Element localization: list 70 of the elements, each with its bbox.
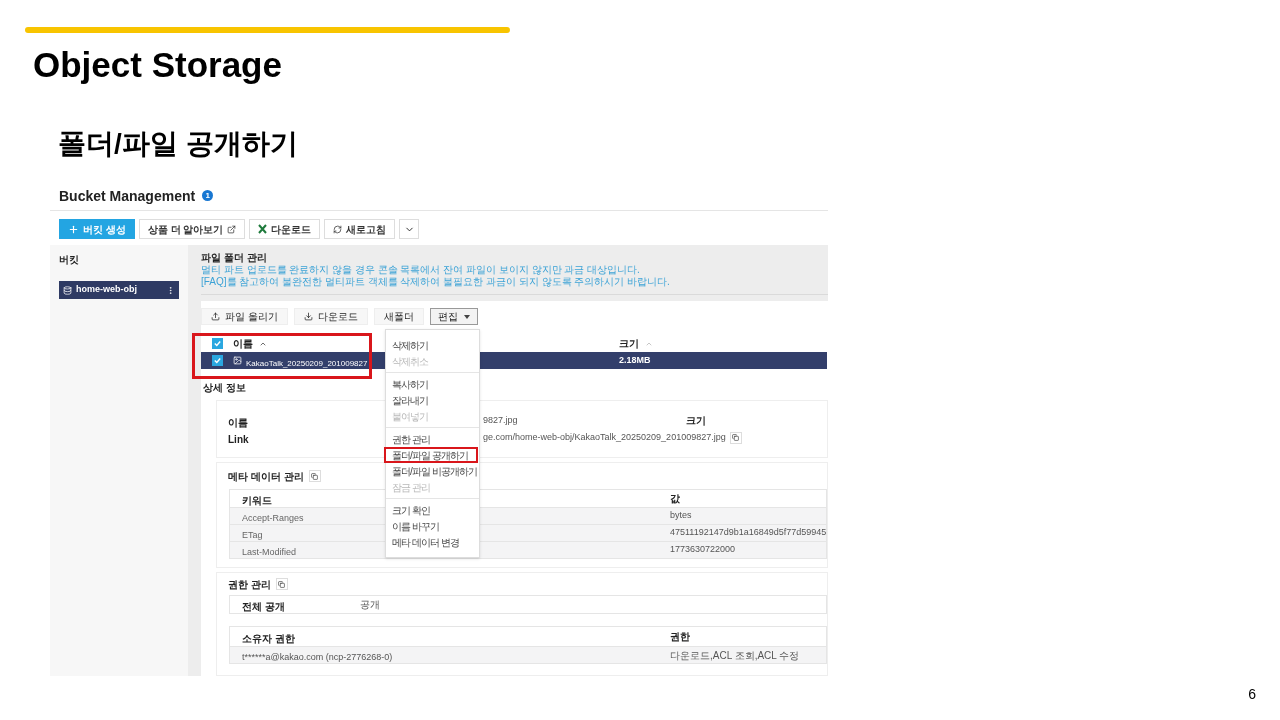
toolbar-button[interactable]: 상품 더 알아보기 [138, 219, 246, 239]
more-button[interactable] [399, 219, 420, 239]
column-header[interactable]: 크기 [619, 336, 653, 351]
field-value: 9827.jpg [483, 413, 518, 427]
plus-icon [68, 223, 79, 235]
table-cell: 1773630722000 [670, 543, 736, 557]
copy-button[interactable] [729, 431, 742, 444]
notice-text: 멀티 파트 업로드를 완료하지 않을 경우 콘솔 목록에서 잔여 파일이 보이지 않지만 과금 대상입니다. [201, 264, 641, 276]
copy-icon [278, 580, 286, 588]
copy-icon [311, 472, 319, 480]
bucket-icon [63, 285, 72, 295]
table-cell: t******a@kakao.com (ncp-2776268-0) [242, 652, 393, 662]
menu-item[interactable]: 잘라내기 [386, 392, 479, 408]
page-number: 6 [1248, 685, 1256, 704]
table-cell: 47511192147d9b1a16849d5f77d59945 [670, 526, 827, 540]
section-title: 파일 폴더 관리 [201, 251, 268, 264]
checkbox[interactable] [211, 355, 223, 366]
menu-item[interactable]: 폴더/파일 비공개하기 [386, 463, 479, 479]
table-cell: Last-Modified [242, 547, 297, 557]
card-title: 메타 데이터 관리 [228, 469, 304, 484]
notice-text: [FAQ]를 참고하여 불완전한 멀티파트 객체를 삭제하여 불필요한 과금이 되지 않도록 주의하시기 바랍니다. [201, 276, 671, 288]
copy-icon [732, 434, 740, 441]
checkbox[interactable] [211, 338, 223, 349]
slide-title: Object Storage [33, 45, 283, 85]
sidebar-title: 버킷 [59, 253, 80, 267]
file-action-button[interactable]: 파일 올리기 [201, 308, 288, 325]
image-file-icon [233, 356, 242, 365]
menu-item[interactable]: 삭제하기 [386, 337, 479, 353]
x-icon [258, 224, 268, 234]
toolbar-button[interactable]: 다운로드 [249, 219, 321, 239]
table-cell-text: 다운로드,ACL 조회,ACL 수정 [670, 648, 800, 663]
file-size: 2.18MB [619, 353, 651, 367]
toolbar-button[interactable]: 새로고침 [324, 219, 396, 239]
field-value: ge.com/home-web-obj/KakaoTalk_20250209_201009827.jpg [483, 430, 726, 444]
menu-item[interactable]: 메타 데이터 변경 [386, 534, 479, 550]
field-label: 크기 [685, 414, 706, 428]
edit-dropdown[interactable]: 편집 [429, 308, 478, 325]
menu-item[interactable]: 폴더/파일 공개하기 [384, 447, 478, 463]
download-icon [303, 312, 313, 321]
table-cell: ETag [242, 530, 263, 540]
copy-button[interactable] [308, 470, 321, 482]
menu-item[interactable]: 이름 바꾸기 [386, 518, 479, 534]
bucket-item[interactable]: home-web-obj [59, 281, 179, 299]
field-label: 전체 공개 [242, 600, 285, 612]
upload-icon [211, 312, 220, 321]
field-value: 공개 [360, 598, 380, 612]
menu-item[interactable]: 크기 확인 [386, 502, 479, 518]
field-label: 이름 [228, 416, 248, 428]
page-heading: Bucket Management [59, 186, 196, 205]
menu-item[interactable]: 복사하기 [386, 376, 479, 392]
slide-subtitle: 폴더/파일 공개하기 [58, 127, 299, 161]
refresh-icon [333, 224, 343, 234]
column-header: 소유자 권한 [242, 632, 295, 644]
external-link-icon [227, 224, 237, 234]
file-action-button[interactable]: 다운로드 [293, 308, 368, 325]
table-cell: bytes [670, 509, 692, 523]
column-header: 권한 [670, 630, 690, 644]
copy-button[interactable] [275, 578, 288, 590]
caret-icon [463, 314, 470, 319]
menu-item[interactable]: 권한 관리 [386, 431, 479, 447]
more-icon [166, 285, 175, 295]
details-title: 상세 정보 [203, 381, 246, 394]
file-name: KakaoTalk_20250209_201009827 [246, 358, 368, 368]
info-badge: 1 [202, 190, 214, 201]
table-cell: Accept-Ranges [242, 513, 304, 523]
column-header: 키워드 [242, 494, 272, 506]
file-action-button[interactable]: 새폴더 [373, 308, 424, 325]
field-label: Link [228, 433, 249, 445]
column-header: 값 [670, 492, 680, 506]
card-title: 권한 관리 [228, 577, 271, 592]
